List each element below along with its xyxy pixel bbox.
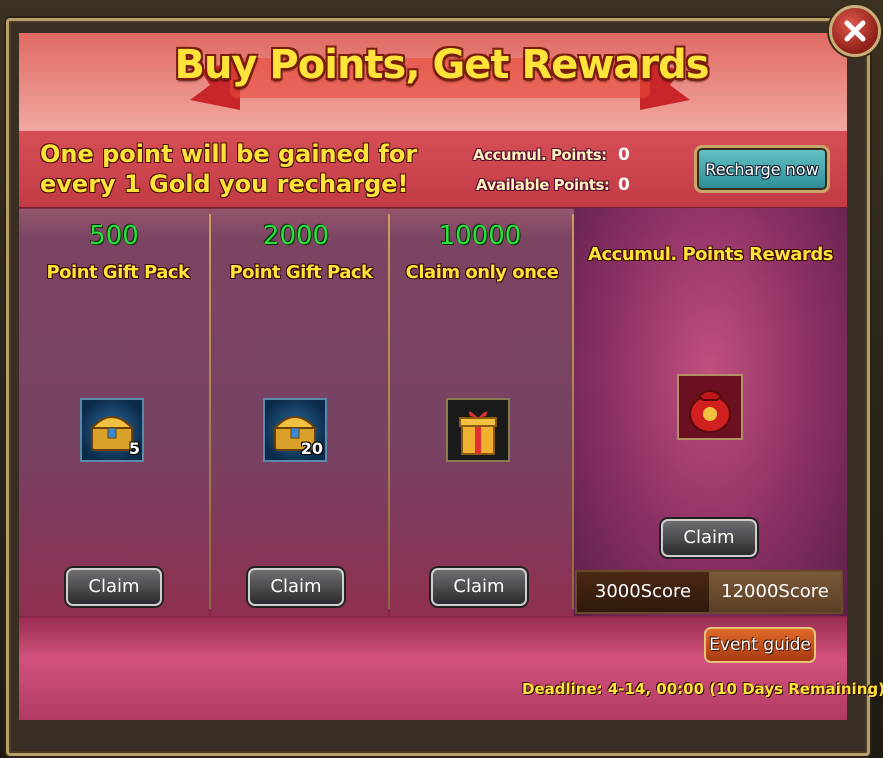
claim-button[interactable]: Claim (431, 568, 527, 606)
accumul-points-value: 0 (618, 145, 630, 165)
available-points-label: Available Points: (476, 176, 610, 194)
pack-points: 2000 (262, 221, 330, 251)
score-tab[interactable]: 3000Score (577, 572, 709, 612)
deadline-text: Deadline: 4-14, 00:00 (10 Days Remaining… (522, 680, 883, 698)
pack-name: Claim only once (405, 262, 559, 283)
item-count: 20 (300, 439, 323, 458)
score-tab[interactable]: 12000Score (709, 572, 841, 612)
treasure-chest-icon[interactable]: 5 (80, 398, 144, 462)
close-icon (844, 20, 866, 42)
item-count: 5 (128, 439, 140, 458)
available-points-value: 0 (618, 175, 630, 195)
lucky-bag-icon[interactable] (677, 374, 743, 440)
accumul-points-label: Accumul. Points: (473, 146, 607, 164)
pack-points: 10000 (438, 221, 522, 251)
close-button[interactable] (829, 5, 881, 57)
pack-points: 500 (89, 221, 139, 251)
score-tabs: 3000Score 12000Score (575, 570, 843, 614)
pack-name: Point Gift Pack (46, 262, 190, 283)
claim-button[interactable]: Claim (66, 568, 162, 606)
reward-claim-button[interactable]: Claim (661, 519, 757, 557)
event-guide-button[interactable]: Event guide (704, 627, 816, 663)
claim-button[interactable]: Claim (248, 568, 344, 606)
treasure-chest-icon[interactable]: 20 (263, 398, 327, 462)
gift-box-icon[interactable] (446, 398, 510, 462)
gift-box-icon (459, 411, 497, 455)
info-text: One point will be gained for every 1 Gol… (40, 140, 418, 198)
recharge-now-button[interactable]: Recharge now (694, 145, 830, 193)
pack-name: Point Gift Pack (229, 262, 373, 283)
dialog-title: Buy Points, Get Rewards (174, 42, 709, 88)
rewards-title: Accumul. Points Rewards (588, 244, 833, 265)
lucky-bag-icon (689, 390, 731, 433)
